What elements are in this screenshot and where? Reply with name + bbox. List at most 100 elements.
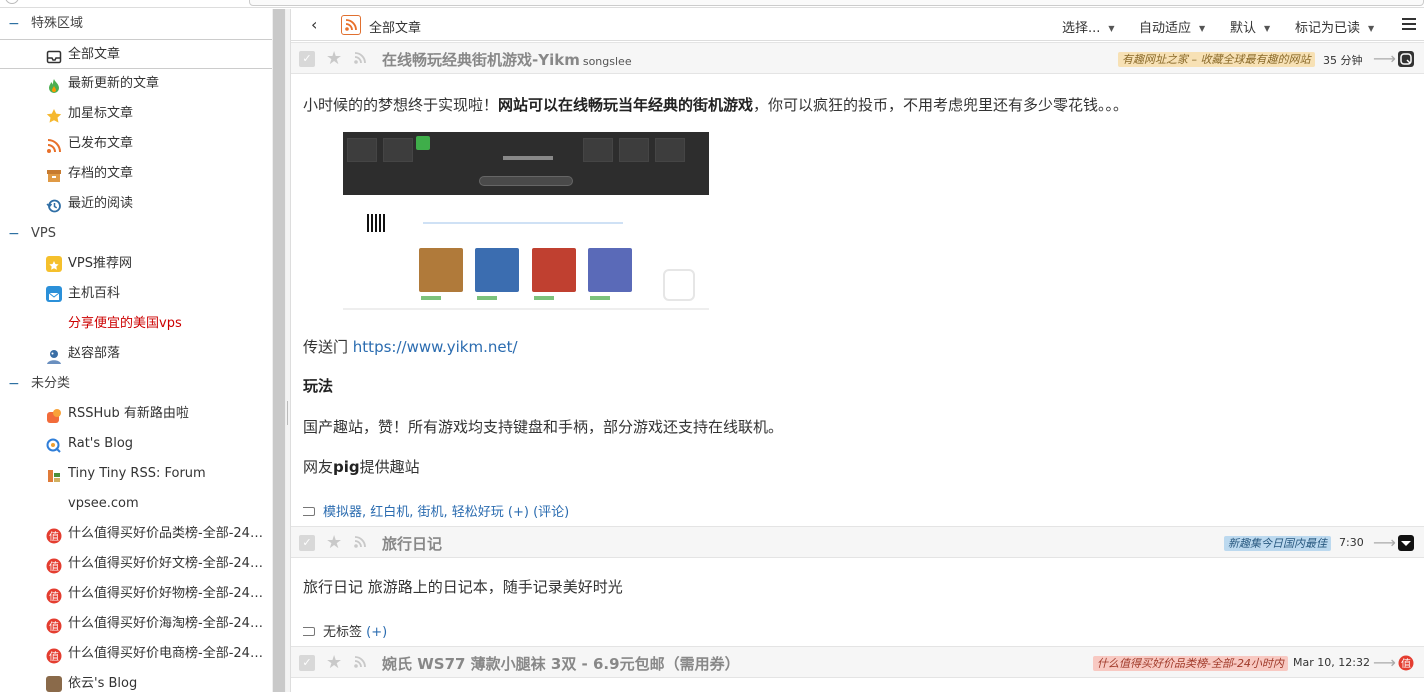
select-dropdown[interactable]: 选择... ▼ — [1062, 17, 1115, 36]
feed-label: 最近的阅读 — [68, 196, 134, 211]
article-header[interactable]: ✓ ★ 婉氏 WS77 薄款小腿袜 3双 - 6.9元包邮（需用券） 什么值得买… — [291, 646, 1424, 678]
star-icon[interactable]: ★ — [326, 48, 342, 69]
select-checkbox[interactable]: ✓ — [299, 51, 315, 67]
text-run: 网友 — [303, 458, 334, 476]
feed-item[interactable]: 赵容部落 — [0, 339, 272, 369]
feed-label: 什么值得买好价海淘榜-全部-24小时内 — [68, 616, 270, 631]
feed-badge[interactable]: 什么值得买好价品类榜-全部-24小时内 — [1093, 656, 1288, 671]
open-article-arrow-icon[interactable]: ⟶ — [1373, 653, 1396, 672]
article-paragraph: 小时候的的梦想终于实现啦！网站可以在线畅玩当年经典的街机游戏，你可以疯狂的投币，… — [303, 95, 1413, 115]
feed-item[interactable]: 主机百科 — [0, 279, 272, 309]
back-button[interactable]: ‹ — [311, 15, 317, 34]
browser-button-icon[interactable] — [5, 0, 19, 4]
select-checkbox[interactable]: ✓ — [299, 655, 315, 671]
feed-badge[interactable]: 有趣网址之家 – 收藏全球最有趣的网站 — [1118, 52, 1315, 67]
mark-as-read-label: 标记为已读 — [1295, 21, 1361, 36]
feed-label: 主机百科 — [68, 286, 121, 301]
history-icon — [46, 196, 62, 213]
feed-label: Rat's Blog — [68, 436, 134, 451]
collapse-icon[interactable]: − — [8, 9, 20, 39]
feed-item[interactable]: 分享便宜的美国vps — [0, 309, 272, 339]
resizer-grip[interactable] — [287, 401, 289, 425]
open-article-arrow-icon[interactable]: ⟶ — [1373, 49, 1396, 68]
smzdm-icon: 值 — [46, 646, 62, 664]
smzdm-icon: 值 — [46, 586, 62, 604]
star-folder-icon — [46, 256, 62, 272]
feed-item[interactable]: 值 什么值得买好价品类榜-全部-24小时内 — [0, 519, 272, 549]
article-paragraph: 网友pig提供趣站 — [303, 457, 1413, 477]
tag-icon — [303, 507, 315, 516]
rss-icon[interactable] — [341, 15, 361, 35]
view-mode-dropdown[interactable]: 自动适应 ▼ — [1139, 17, 1205, 36]
feed-starred[interactable]: 加星标文章 — [0, 99, 272, 129]
hamburger-menu-icon[interactable] — [1402, 18, 1416, 33]
scrollbar-thumb[interactable] — [273, 9, 285, 692]
feed-label: 什么值得买好价电商榜-全部-24小时内 — [68, 646, 270, 661]
feed-item[interactable]: RSSHub 有新路由啦 — [0, 399, 272, 429]
category-uncategorized[interactable]: − 未分类 — [0, 369, 272, 399]
svg-text:值: 值 — [49, 530, 59, 543]
open-article-arrow-icon[interactable]: ⟶ — [1373, 533, 1396, 552]
feed-item[interactable]: VPS推荐网 — [0, 249, 272, 279]
star-icon[interactable]: ★ — [326, 532, 342, 553]
article-tags[interactable]: 无标签 (+) — [303, 621, 387, 640]
feed-item[interactable]: 值 什么值得买好价海淘榜-全部-24小时内 — [0, 609, 272, 639]
tags-text[interactable]: 模拟器, 红白机, 街机, 轻松好玩 (+) (评论) — [323, 505, 569, 520]
order-dropdown[interactable]: 默认 ▼ — [1230, 17, 1270, 36]
feed-item[interactable]: Rat's Blog — [0, 429, 272, 459]
feed-label: 加星标文章 — [68, 106, 134, 121]
feed-item[interactable]: 值 什么值得买好价电商榜-全部-24小时内 — [0, 639, 272, 669]
chevron-down-icon: ▼ — [1264, 24, 1271, 33]
feed-published[interactable]: 已发布文章 — [0, 129, 272, 159]
article-paragraph: 传送门 https://www.yikm.net/ — [303, 337, 1413, 357]
publish-rss-icon[interactable] — [353, 51, 367, 69]
feed-archived[interactable]: 存档的文章 — [0, 159, 272, 189]
collapse-icon[interactable]: − — [8, 219, 20, 249]
tag-icon — [303, 627, 315, 636]
category-vps[interactable]: − VPS — [0, 219, 272, 249]
feed-all-articles[interactable]: 全部文章 — [0, 39, 272, 69]
feed-item[interactable]: 值 什么值得买好价好物榜-全部-24小时内 — [0, 579, 272, 609]
article-header[interactable]: ✓ ★ 旅行日记 新趣集今日国内最佳 7:30 ⟶ — [291, 526, 1424, 558]
article-title[interactable]: 婉氏 WS77 薄款小腿袜 3双 - 6.9元包邮（需用券） — [382, 653, 740, 674]
feed-label: 分享便宜的美国vps — [68, 316, 182, 331]
star-icon[interactable]: ★ — [326, 652, 342, 673]
feed-item[interactable]: 值 什么值得买好价好文榜-全部-24小时内 — [0, 549, 272, 579]
mark-as-read-button[interactable]: 标记为已读 ▼ — [1295, 17, 1374, 36]
article-image[interactable] — [343, 132, 709, 313]
collapse-icon[interactable]: − — [8, 369, 20, 399]
add-tag-link[interactable]: (+) — [366, 625, 387, 640]
feed-badge[interactable]: 新趣集今日国内最佳 — [1224, 536, 1331, 551]
svg-text:值: 值 — [49, 590, 59, 603]
feed-item[interactable]: Tiny Tiny RSS: Forum — [0, 459, 272, 489]
text-run: 旅行日记 旅游路上的日记本，随手记录美好时光 — [303, 578, 623, 596]
chevron-down-icon: ▼ — [1108, 24, 1115, 33]
feed-fresh[interactable]: 最新更新的文章 — [0, 69, 272, 99]
publish-rss-icon[interactable] — [353, 535, 367, 553]
feed-item[interactable]: vpsee.com — [0, 489, 272, 519]
select-checkbox[interactable]: ✓ — [299, 535, 315, 551]
article-paragraph: 旅行日记 旅游路上的日记本，随手记录美好时光 — [303, 577, 1413, 597]
article-header[interactable]: ✓ ★ 在线畅玩经典街机游戏-Yikm songslee 有趣网址之家 – 收藏全… — [291, 42, 1424, 74]
article-title[interactable]: 旅行日记 — [382, 533, 442, 554]
feed-label: 全部文章 — [68, 47, 121, 62]
feed-label: 最新更新的文章 — [68, 76, 160, 91]
rss-icon — [46, 136, 62, 153]
feed-recently-read[interactable]: 最近的阅读 — [0, 189, 272, 219]
text-run: 传送门 — [303, 338, 349, 356]
flame-icon — [46, 76, 62, 93]
article-paragraph: 国产趣站，赞！所有游戏均支持键盘和手柄，部分游戏还支持在线联机。 — [303, 417, 1413, 437]
category-special[interactable]: − 特殊区域 — [0, 9, 272, 39]
feed-label: 赵容部落 — [68, 346, 121, 361]
article-link[interactable]: https://www.yikm.net/ — [353, 338, 518, 356]
svg-text:值: 值 — [1401, 657, 1411, 670]
feed-item[interactable]: 依云's Blog — [0, 669, 272, 692]
publish-rss-icon[interactable] — [353, 655, 367, 673]
article-title-link[interactable]: 在线畅玩经典街机游戏-Yikm songslee — [382, 49, 632, 70]
article-tags[interactable]: 模拟器, 红白机, 街机, 轻松好玩 (+) (评论) — [303, 501, 569, 520]
archive-icon — [46, 166, 62, 182]
sidebar-scrollbar[interactable] — [272, 9, 286, 692]
svg-text:值: 值 — [49, 650, 59, 663]
image-zoom-icon[interactable] — [663, 269, 695, 301]
search-bar[interactable] — [249, 0, 1424, 6]
